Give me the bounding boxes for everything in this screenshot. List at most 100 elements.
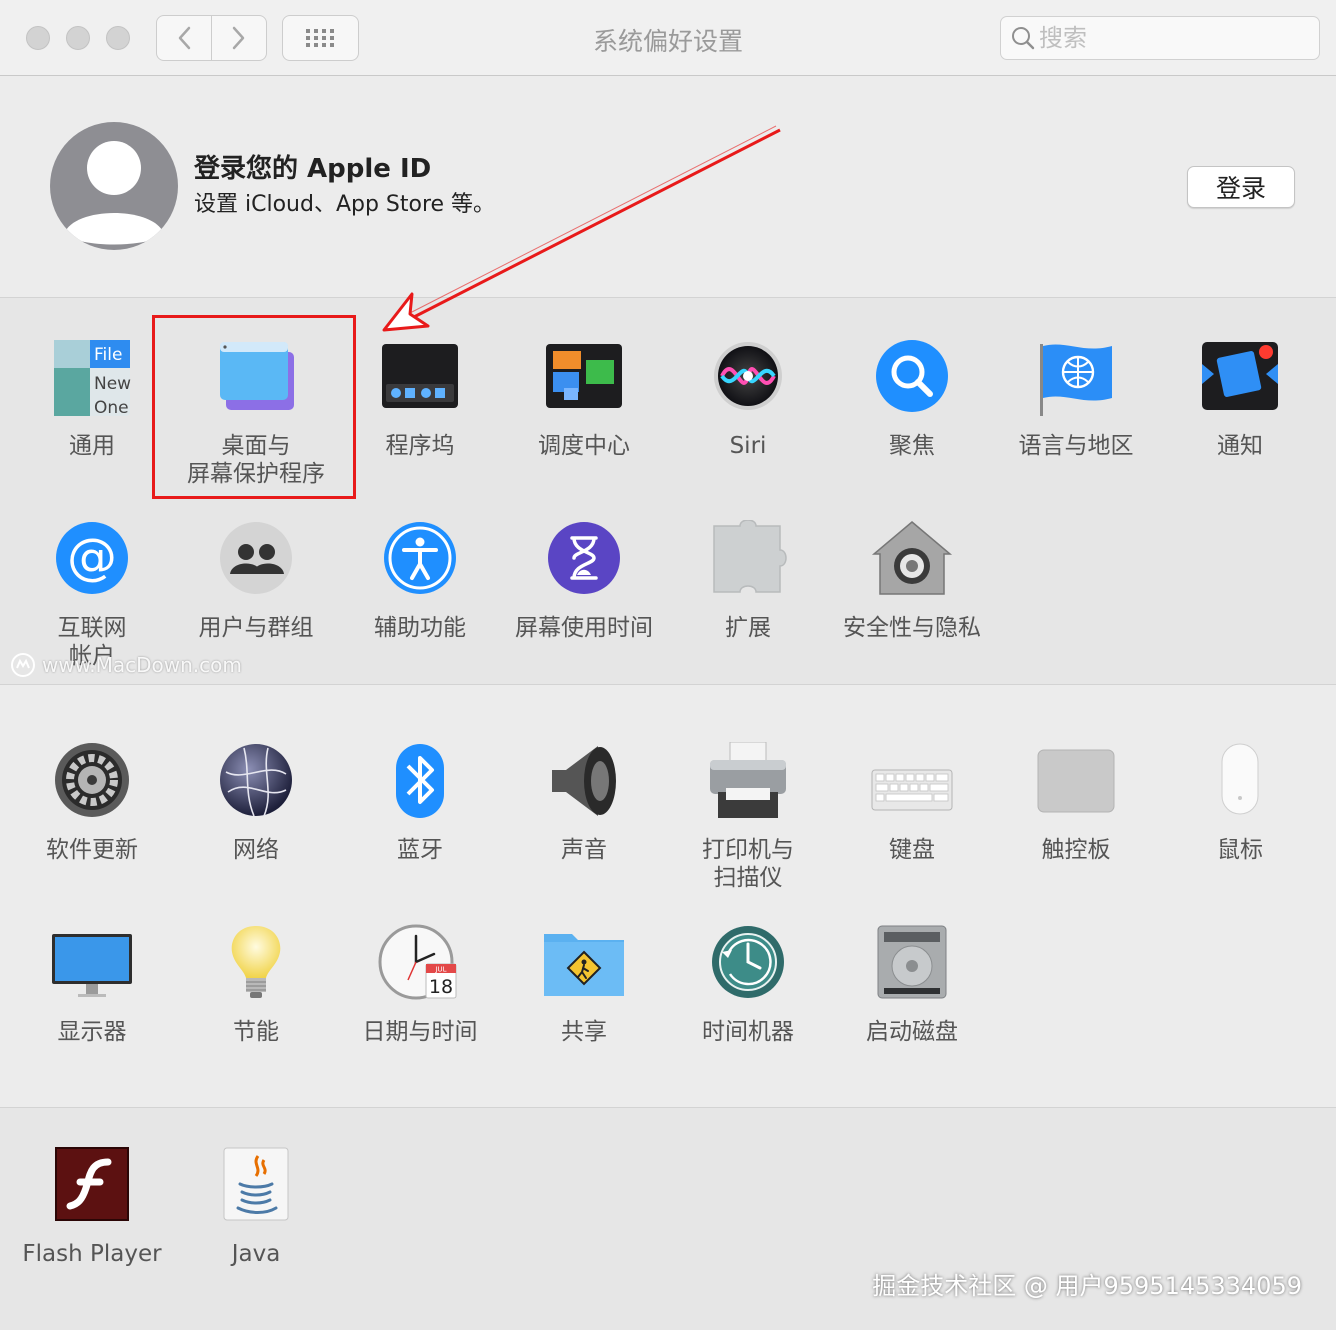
trackpad-icon (1034, 742, 1118, 826)
pane-label: 用户与群组 (198, 615, 314, 641)
pane-label: Siri (729, 433, 767, 459)
pane-label: 语言与地区 (1018, 433, 1134, 459)
pane-language-region[interactable]: 语言与地区 (994, 338, 1158, 460)
time-machine-icon (706, 924, 790, 1008)
avatar[interactable] (50, 122, 178, 250)
pane-bluetooth[interactable]: 蓝牙 (338, 742, 502, 864)
pane-label: 聚焦 (889, 433, 935, 459)
pane-network[interactable]: 网络 (174, 742, 338, 864)
speaker-icon (542, 742, 626, 826)
pane-label: 程序坞 (385, 433, 455, 459)
pane-label: 通用 (69, 433, 115, 459)
general-icon: File New One (50, 338, 134, 422)
pane-label: 打印机与 扫描仪 (702, 837, 794, 891)
pane-label: 调度中心 (538, 433, 630, 459)
pane-screen-time[interactable]: 屏幕使用时间 (502, 520, 666, 642)
clock-calendar-icon: JUL 18 (378, 924, 462, 1008)
printer-icon (706, 741, 790, 826)
pane-desktop-screensaver[interactable]: 桌面与 屏幕保护程序 (174, 338, 338, 488)
macdown-logo-icon (11, 653, 35, 677)
pane-accessibility[interactable]: 辅助功能 (338, 520, 502, 642)
pane-label: 启动磁盘 (866, 1019, 958, 1045)
pane-label: 显示器 (57, 1019, 127, 1045)
spotlight-icon (870, 338, 954, 422)
title-bar: 系统偏好设置 (0, 0, 1336, 76)
pane-users-groups[interactable]: 用户与群组 (174, 520, 338, 642)
back-button[interactable] (157, 16, 211, 60)
pane-label: 辅助功能 (374, 615, 466, 641)
pane-displays[interactable]: 显示器 (10, 924, 174, 1046)
accessibility-icon (378, 520, 462, 604)
zoom-window-button[interactable] (106, 26, 130, 50)
credit-watermark: 掘金技术社区 @ 用户9595145334059 (872, 1272, 1302, 1300)
pane-java[interactable]: Java (174, 1146, 338, 1268)
pane-label: 屏幕使用时间 (515, 615, 653, 641)
svg-text:JUL: JUL (434, 966, 446, 974)
pane-label: 键盘 (889, 837, 935, 863)
person-icon (64, 141, 164, 245)
pane-extensions[interactable]: 扩展 (666, 519, 830, 642)
apple-id-banner: 登录您的 Apple ID 设置 iCloud、App Store 等。 登录 (0, 76, 1336, 298)
svg-text:18: 18 (429, 976, 453, 998)
lightbulb-icon (214, 924, 298, 1008)
pane-startup-disk[interactable]: 启动磁盘 (830, 924, 994, 1046)
pane-time-machine[interactable]: 时间机器 (666, 924, 830, 1046)
pane-label: 软件更新 (46, 837, 138, 863)
minimize-window-button[interactable] (66, 26, 90, 50)
mission-control-icon (542, 338, 626, 422)
pane-mission-control[interactable]: 调度中心 (502, 338, 666, 460)
pane-label: 蓝牙 (397, 837, 443, 863)
pane-spotlight[interactable]: 聚焦 (830, 338, 994, 460)
search-field[interactable] (1000, 16, 1320, 60)
java-icon (214, 1146, 298, 1230)
pane-sound[interactable]: 声音 (502, 742, 666, 864)
apple-id-subtitle: 设置 iCloud、App Store 等。 (194, 192, 496, 217)
pane-label: 通知 (1217, 433, 1263, 459)
pane-label: Flash Player (22, 1241, 162, 1267)
grid-icon (305, 29, 334, 47)
pane-label: 共享 (561, 1019, 607, 1045)
network-globe-icon (214, 742, 298, 826)
close-window-button[interactable] (26, 26, 50, 50)
pane-security-privacy[interactable]: 安全性与隐私 (830, 520, 994, 642)
notifications-icon (1198, 338, 1282, 422)
chevron-left-icon (178, 26, 191, 50)
pane-trackpad[interactable]: 触控板 (994, 742, 1158, 864)
house-lock-icon (870, 520, 954, 604)
pane-label: 网络 (233, 837, 279, 863)
siri-icon (706, 338, 790, 422)
shared-folder-icon (542, 924, 626, 1008)
pane-energy-saver[interactable]: 节能 (174, 924, 338, 1046)
pane-notifications[interactable]: 通知 (1158, 338, 1322, 460)
search-icon (1012, 27, 1035, 50)
hourglass-icon (542, 520, 626, 604)
bluetooth-icon (378, 742, 462, 826)
pane-printers-scanners[interactable]: 打印机与 扫描仪 (666, 741, 830, 892)
display-icon (50, 924, 134, 1008)
pane-internet-accounts[interactable]: @ 互联网 帐户 (10, 520, 174, 670)
pane-general[interactable]: File New One 通用 (10, 338, 174, 460)
mouse-icon (1198, 742, 1282, 826)
pane-software-update[interactable]: 软件更新 (10, 742, 174, 864)
pane-sharing[interactable]: 共享 (502, 924, 666, 1046)
pane-flash-player[interactable]: Flash Player (10, 1146, 174, 1268)
search-input[interactable] (1039, 24, 1299, 52)
pane-dock[interactable]: 程序坞 (338, 338, 502, 460)
pane-siri[interactable]: Siri (666, 338, 830, 460)
pane-label: 安全性与隐私 (843, 615, 981, 641)
show-all-button[interactable] (282, 15, 359, 61)
navigation-buttons (156, 15, 267, 61)
pane-label: Java (231, 1241, 281, 1267)
at-sign-icon: @ (50, 520, 134, 604)
pane-label: 触控板 (1041, 837, 1111, 863)
pane-label: 声音 (561, 837, 607, 863)
forward-button[interactable] (211, 16, 266, 60)
sign-in-button[interactable]: 登录 (1187, 166, 1295, 208)
pane-mouse[interactable]: 鼠标 (1158, 742, 1322, 864)
svg-text:One: One (94, 398, 129, 418)
pane-keyboard[interactable]: 键盘 (830, 742, 994, 864)
svg-text:@: @ (67, 528, 117, 586)
pane-date-time[interactable]: JUL 18 日期与时间 (338, 924, 502, 1046)
hard-drive-icon (870, 924, 954, 1008)
pane-label: 扩展 (725, 615, 771, 641)
